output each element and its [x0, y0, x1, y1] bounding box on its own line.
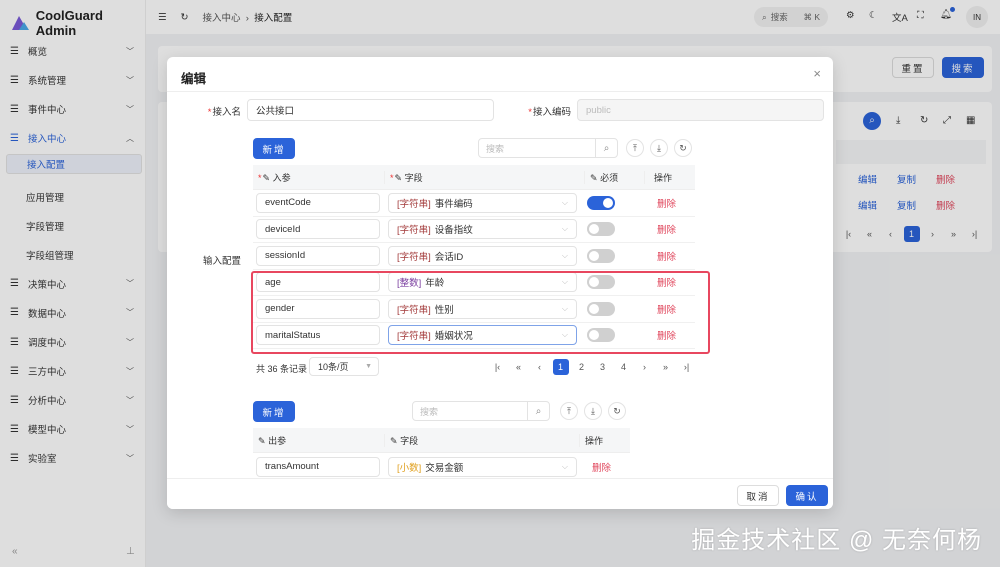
last-page-icon[interactable]: ›| [676, 362, 697, 372]
confirm-button[interactable]: 确认 [786, 485, 828, 506]
table-row: transAmount [小数] 交易金额 ⌵ 删除 [253, 453, 630, 481]
edit-icon: ✎ [262, 172, 271, 183]
table-header: *✎ 入参 *✎ 字段 ✎ 必须 操作 [253, 165, 695, 190]
total-records: 共 36 条记录 [256, 364, 308, 374]
delete-link[interactable]: 删除 [657, 225, 676, 236]
first-page-icon[interactable]: |‹ [487, 362, 508, 372]
add-output-button[interactable]: 新增 [253, 401, 295, 422]
download-icon[interactable]: ⤓ [650, 139, 668, 157]
output-search[interactable]: 搜索 ⌕ [412, 401, 550, 421]
cancel-button[interactable]: 取消 [737, 485, 779, 506]
page-1[interactable]: 1 [552, 359, 569, 375]
upload-icon[interactable]: ⤒ [560, 402, 578, 420]
edit-icon: ✎ [394, 172, 403, 183]
page-4[interactable]: 4 [613, 362, 634, 372]
required-toggle[interactable] [587, 248, 615, 263]
field-select[interactable]: [小数] 交易金额 ⌵ [388, 456, 577, 477]
table-row: deviceId [字符串] 设备指纹 ⌵ 删除 [253, 217, 695, 243]
page-3[interactable]: 3 [592, 362, 613, 372]
param-input[interactable]: sessionId [256, 245, 380, 266]
required-toggle[interactable] [587, 195, 615, 210]
required-toggle[interactable] [587, 222, 615, 237]
edit-icon: ✎ [258, 435, 266, 446]
code-label: *接入编码 [528, 107, 571, 118]
output-table: ✎ 出参 ✎ 字段 操作 transAmount [小数] 交易金额 ⌵ 删除 [253, 428, 630, 481]
input-pagination: |‹ «‹ 1 2 3 4 ›» ›| [487, 359, 697, 375]
delete-link[interactable]: 删除 [592, 463, 611, 474]
watermark: 掘金技术社区 @ 无奈何杨 [691, 527, 982, 554]
next-group-icon[interactable]: » [655, 362, 676, 372]
prev-page-icon[interactable]: ‹ [529, 362, 550, 372]
highlight-box [251, 271, 710, 354]
param-input[interactable]: eventCode [256, 192, 380, 213]
prev-group-icon[interactable]: « [508, 362, 529, 372]
code-input: public [577, 99, 824, 121]
input-config-label: 输入配置 [202, 256, 241, 267]
refresh-icon[interactable]: ↻ [608, 402, 626, 420]
next-page-icon[interactable]: › [634, 362, 655, 372]
delete-link[interactable]: 删除 [657, 199, 676, 210]
upload-icon[interactable]: ⤒ [626, 139, 644, 157]
table-row: eventCode [字符串] 事件编码 ⌵ 删除 [253, 190, 695, 217]
download-icon[interactable]: ⤓ [584, 402, 602, 420]
field-select[interactable]: [字符串] 会话ID ⌵ [388, 245, 577, 266]
modal-footer: 取消 确认 [167, 478, 833, 509]
delete-link[interactable]: 删除 [657, 252, 676, 263]
param-input[interactable]: deviceId [256, 219, 380, 240]
edit-modal: 编辑 × *接入名 公共接口 *接入编码 public 输入配置 新增 搜索 ⌕ … [167, 57, 833, 509]
name-label: *接入名 [207, 107, 241, 118]
table-row: sessionId [字符串] 会话ID ⌵ 删除 [253, 243, 695, 270]
search-icon[interactable]: ⌕ [527, 402, 549, 420]
refresh-icon[interactable]: ↻ [674, 139, 692, 157]
field-select[interactable]: [字符串] 事件编码 ⌵ [388, 192, 577, 213]
name-input[interactable]: 公共接口 [247, 99, 494, 121]
edit-icon: ✎ [390, 435, 398, 446]
page-2[interactable]: 2 [571, 362, 592, 372]
param-input[interactable]: transAmount [256, 456, 380, 477]
table-header: ✎ 出参 ✎ 字段 操作 [253, 428, 630, 453]
search-icon[interactable]: ⌕ [595, 139, 617, 157]
close-icon[interactable]: × [813, 66, 821, 81]
add-input-button[interactable]: 新增 [253, 138, 295, 159]
modal-title: 编辑 [181, 72, 207, 86]
field-select[interactable]: [字符串] 设备指纹 ⌵ [388, 219, 577, 240]
input-search[interactable]: 搜索 ⌕ [478, 138, 618, 158]
page-size-select[interactable]: 10条/页 ▼ [309, 357, 379, 376]
edit-icon: ✎ [590, 172, 598, 183]
